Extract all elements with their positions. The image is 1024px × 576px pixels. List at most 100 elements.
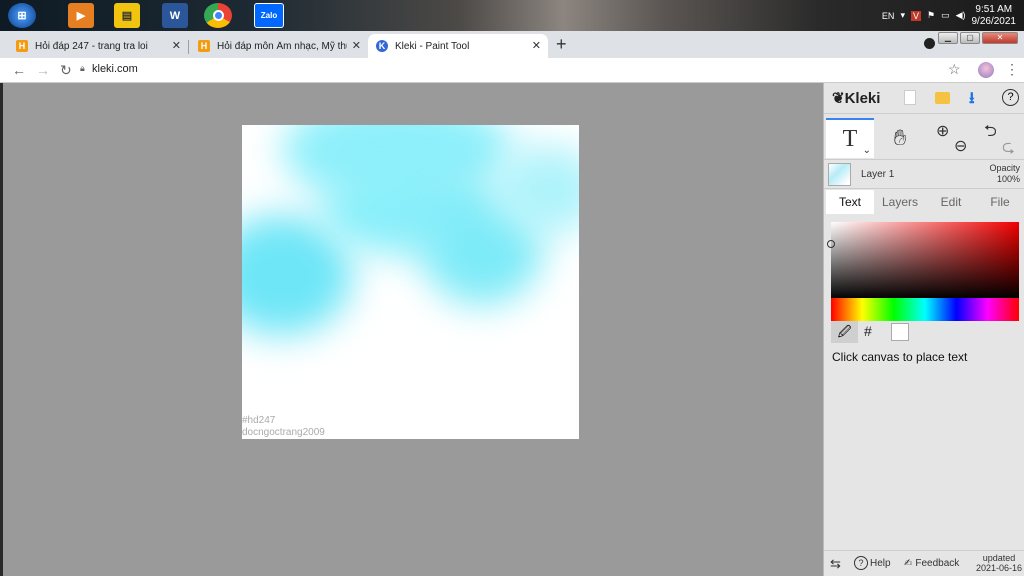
word-icon[interactable]: W — [162, 3, 188, 28]
hex-input-button[interactable]: # — [864, 323, 872, 339]
hue-slider[interactable] — [831, 298, 1019, 321]
tab-kleki[interactable]: K Kleki - Paint Tool ✕ — [368, 34, 548, 58]
panel-top-bar: ❦Kleki ⭳ ? — [824, 83, 1024, 114]
tab-file[interactable]: File — [976, 190, 1024, 214]
system-clock[interactable]: 9:51 AM 9/26/2021 — [972, 4, 1017, 28]
lock-icon[interactable]: 🔒︎ — [80, 63, 85, 74]
minimize-button[interactable]: ▁ — [938, 32, 958, 44]
canvas-watermark: #hd247 docngoctrang2009 — [242, 415, 325, 439]
start-orb-icon[interactable]: ⊞ — [8, 3, 36, 28]
panel-tabs: Text Layers Edit File — [824, 190, 1024, 214]
color-cursor[interactable] — [827, 240, 835, 248]
text-tool-icon: T — [842, 125, 858, 152]
browser-tab-strip: H Hỏi đáp 247 - trang tra loi ✕ H Hỏi đá… — [0, 31, 1024, 58]
maximize-button[interactable]: ▢ — [960, 32, 980, 44]
undo-icon[interactable]: ⮌ — [984, 120, 997, 147]
help-label: Help — [870, 557, 891, 569]
panel-footer: ⇆ ? Help ✍︎ Feedback updated 2021-06-16 — [824, 550, 1024, 576]
tab-title: Hỏi đáp môn Âm nhạc, Mỹ thuật — [217, 40, 347, 52]
layer-name: Layer 1 — [861, 169, 895, 180]
window-controls: ▁ ▢ ✕ — [938, 32, 1018, 44]
kleki-favicon-icon: K — [376, 40, 388, 52]
close-tab-icon[interactable]: ✕ — [352, 39, 361, 52]
close-tab-icon[interactable]: ✕ — [532, 39, 541, 52]
selected-color-swatch[interactable] — [891, 323, 909, 341]
new-tab-button[interactable]: + — [556, 34, 567, 55]
tray-expand-icon[interactable]: ▾ — [900, 10, 905, 21]
undo-redo-button[interactable]: ⮌ ⮎ — [976, 118, 1024, 158]
help-circle-icon: ? — [854, 556, 868, 570]
kleki-logo[interactable]: ❦Kleki — [832, 89, 880, 107]
system-tray: EN ▾ V ⚑ ▭ ◀) 9:51 AM 9/26/2021 — [882, 0, 1024, 31]
chrome-icon[interactable] — [204, 3, 232, 28]
volume-icon[interactable]: ◀) — [956, 10, 966, 21]
hand-icon: ✋︎ — [893, 125, 907, 150]
hand-tool-button[interactable]: ✋︎ — [876, 118, 924, 158]
antivirus-icon[interactable]: V — [910, 10, 921, 21]
tab-hoidap-247[interactable]: H Hỏi đáp 247 - trang tra loi ✕ — [8, 34, 188, 58]
file-explorer-icon[interactable]: ▤ — [114, 3, 140, 28]
close-tab-icon[interactable]: ✕ — [172, 39, 181, 52]
help-link[interactable]: ? Help — [854, 556, 891, 570]
help-circle-icon[interactable]: ? — [1002, 89, 1019, 106]
watermark-line-1: #hd247 — [242, 415, 276, 426]
color-picker-row: 🖉︎ # — [831, 321, 1019, 343]
drawing-canvas[interactable]: #hd247 docngoctrang2009 — [242, 125, 579, 439]
language-indicator[interactable]: EN — [882, 11, 895, 21]
updated-date: 2021-06-16 — [975, 563, 1022, 573]
windows-taskbar: ⊞ ▶ ▤ W Zalo EN ▾ V ⚑ ▭ ◀) 9:51 AM 9/26/… — [0, 0, 1024, 31]
open-folder-icon[interactable] — [935, 92, 950, 104]
media-player-icon[interactable]: ▶ — [68, 3, 94, 28]
hoidap-favicon-icon: H — [198, 40, 210, 52]
clock-date: 9/26/2021 — [971, 15, 1017, 27]
opacity-value: 100% — [996, 174, 1020, 184]
zoom-tool-button[interactable]: ⊕ ⊖ — [928, 118, 976, 158]
hoidap-favicon-icon: H — [16, 40, 28, 52]
text-tool-button[interactable]: T ⌄ — [826, 118, 874, 158]
updated-info[interactable]: updated 2021-06-16 — [976, 553, 1022, 573]
profile-dot-icon[interactable] — [924, 38, 935, 49]
feedback-link[interactable]: ✍︎ Feedback — [904, 558, 959, 569]
eyedropper-button[interactable]: 🖉︎ — [831, 321, 858, 343]
tab-edit[interactable]: Edit — [926, 190, 976, 214]
network-icon[interactable]: ▭ — [941, 10, 950, 21]
download-icon[interactable]: ⭳ — [969, 87, 975, 114]
new-image-icon[interactable] — [904, 90, 916, 105]
layer-opacity: Opacity 100% — [989, 163, 1020, 185]
clock-time: 9:51 AM — [975, 3, 1013, 15]
opacity-label: Opacity — [989, 163, 1020, 173]
menu-kebab-icon[interactable]: ⋮ — [1005, 61, 1019, 78]
kleki-side-panel: ❦Kleki ⭳ ? T ⌄ ✋︎ ⊕ ⊖ ⮌ ⮎ Layer 1 Opacit… — [823, 83, 1024, 576]
redo-icon[interactable]: ⮎ — [1002, 136, 1015, 163]
bookmark-star-icon[interactable]: ☆ — [948, 61, 961, 78]
watermark-line-2: docngoctrang2009 — [242, 427, 325, 438]
zoom-in-icon[interactable]: ⊕ — [936, 121, 949, 141]
tab-layers[interactable]: Layers — [874, 190, 926, 214]
feedback-label: Feedback — [915, 558, 960, 569]
url-field[interactable]: kleki.com — [92, 63, 138, 75]
tool-bar: T ⌄ ✋︎ ⊕ ⊖ ⮌ ⮎ — [824, 116, 1024, 160]
zalo-icon[interactable]: Zalo — [254, 3, 284, 28]
layer-row[interactable]: Layer 1 Opacity 100% — [824, 161, 1024, 189]
kleki-logo-icon: ❦ — [832, 90, 845, 107]
tab-hoidap-am-nhac[interactable]: H Hỏi đáp môn Âm nhạc, Mỹ thuật ✕ — [190, 34, 368, 58]
flag-icon[interactable]: ⚑ — [927, 10, 935, 21]
workspace-edge — [0, 83, 3, 576]
updated-label: updated — [982, 553, 1016, 563]
back-arrow-icon[interactable]: ← — [12, 62, 26, 78]
reload-icon[interactable]: ↻ — [60, 62, 72, 79]
swap-arrows-icon[interactable]: ⇆ — [830, 556, 841, 572]
tab-text[interactable]: Text — [826, 190, 874, 214]
avatar[interactable] — [978, 62, 994, 78]
text-tool-hint: Click canvas to place text — [832, 350, 968, 364]
chevron-down-icon[interactable]: ⌄ — [863, 145, 871, 156]
feedback-icon: ✍︎ — [904, 558, 913, 569]
close-window-button[interactable]: ✕ — [982, 32, 1018, 44]
color-saturation-field[interactable] — [827, 222, 1019, 299]
tab-title: Hỏi đáp 247 - trang tra loi — [35, 40, 148, 52]
forward-arrow-icon[interactable]: → — [36, 62, 50, 78]
zoom-out-icon[interactable]: ⊖ — [954, 136, 967, 156]
address-bar: ← → ↻ 🔒︎ kleki.com ☆ ⋮ — [0, 58, 1024, 83]
tab-title: Kleki - Paint Tool — [395, 40, 470, 52]
layer-thumbnail — [828, 163, 851, 186]
